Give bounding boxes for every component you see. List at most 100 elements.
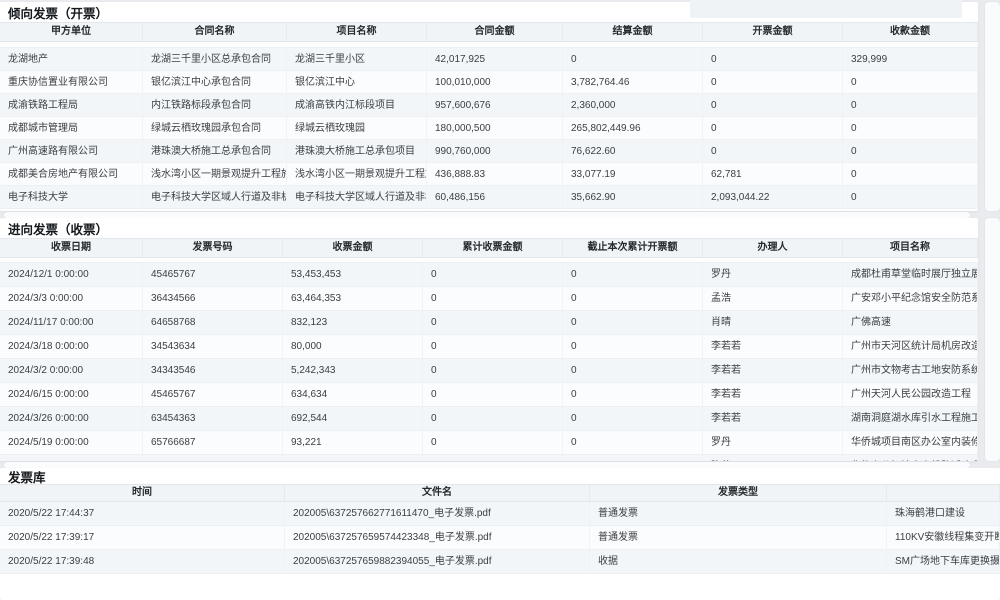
table-body: 龙湖地产龙湖三千里小区总承包合同龙湖三千里小区42,017,92500329,9… (0, 48, 978, 209)
table-cell: 成都美合房地产有限公司 (0, 163, 143, 186)
table-row[interactable]: 2024/11/17 0:00:0064658768832,12300肖晴广佛高… (0, 311, 978, 335)
table-row[interactable]: 2024/12/1 0:00:004546576753,453,45300罗丹成… (0, 263, 978, 287)
table-cell: 63454363 (143, 407, 283, 431)
table-row[interactable]: 2020/5/22 17:39:48202005\637257659882394… (0, 550, 1000, 574)
table-cell: 0 (843, 71, 978, 94)
table-cell: 李若若 (703, 359, 843, 383)
table-cell: 0 (423, 287, 563, 311)
table-cell: 浅水湾小区一期景观提升工程施工增 (143, 163, 287, 186)
table-row[interactable]: 电子科技大学电子科技大学区域人行道及非机动车电子科技大学区域人行道及非机动车60… (0, 186, 978, 209)
table-cell: 2024/3/2 0:00:00 (0, 359, 143, 383)
table-cell: 2020/5/22 17:39:17 (0, 526, 285, 550)
table-cell: 肖晴 (703, 311, 843, 335)
panel-invoice-library: 发票库 时间文件名发票类型 2020/5/22 17:44:37202005\6… (0, 468, 1000, 600)
table-row[interactable]: 2020/5/22 17:39:17202005\637257659574423… (0, 526, 1000, 550)
panel-incoming-invoices: 进向发票（收票） 收票日期发票号码收票金额累计收票金额截止本次累计开票额办理人项… (0, 218, 978, 461)
table-cell: 成渝铁路工程局 (0, 94, 143, 117)
table-cell: 银亿滨江中心 (287, 71, 427, 94)
table-cell: 龙湖三千里小区总承包合同 (143, 48, 287, 71)
table-body: 2024/12/1 0:00:004546576753,453,45300罗丹成… (0, 263, 978, 461)
table-row[interactable]: 2024/3/26 0:00:0063454363692,54400李若若湖南洞… (0, 407, 978, 431)
table-cell: 2,093,044.22 (703, 186, 843, 209)
table-cell: 港珠澳大桥施工总承包项目 (287, 140, 427, 163)
panel-title-incoming: 进向发票（收票） (0, 218, 978, 238)
table-body: 2020/5/22 17:44:37202005\637257662771611… (0, 502, 1000, 574)
table-cell: 李若若 (703, 407, 843, 431)
column-header: 甲方单位 (0, 23, 143, 41)
table-cell: 成都城市管理局 (0, 117, 143, 140)
table-cell: 0 (423, 263, 563, 287)
table-cell: 罗丹 (703, 431, 843, 455)
table-cell: 银亿滨江中心承包合同 (143, 71, 287, 94)
table-cell: 990,760,000 (427, 140, 563, 163)
table-cell: 36434566 (143, 287, 283, 311)
table-row[interactable]: 成渝铁路工程局内江铁路标段承包合同成渝高铁内江标段项目957,600,6762,… (0, 94, 978, 117)
table-cell: 202005\637257659574423348_电子发票.pdf (285, 526, 590, 550)
table-cell: 广安邓小平纪念馆安全防范系统维护 (843, 287, 978, 311)
column-header: 办理人 (703, 239, 843, 257)
table-row[interactable]: 龙湖地产龙湖三千里小区总承包合同龙湖三千里小区42,017,92500329,9… (0, 48, 978, 71)
table-cell: 80,000 (283, 335, 423, 359)
column-header: 时间 (0, 485, 285, 501)
table-cell: 3,782,764.46 (563, 71, 703, 94)
table-row[interactable]: 2024/3/2 0:00:00343435465,242,34300李若若广州… (0, 359, 978, 383)
table-cell: 2024/3/18 0:00:00 (0, 335, 143, 359)
table-cell: 65766687 (143, 455, 283, 461)
table-cell: 0 (843, 163, 978, 186)
table-cell: 0 (703, 48, 843, 71)
table-row[interactable]: 2024/6/15 0:00:0045465767634,63400李若若广州天… (0, 383, 978, 407)
table-row[interactable]: 广州高速路有限公司港珠澳大桥施工总承包合同港珠澳大桥施工总承包项目990,760… (0, 140, 978, 163)
table-row[interactable]: 2024/5/19 0:00:006576668793,22100罗丹华侨城项目… (0, 431, 978, 455)
column-header: 收票金额 (283, 239, 423, 257)
table-header-row: 甲方单位合同名称项目名称合同金额结算金额开票金额收款金额 (0, 22, 978, 42)
table-cell: 45465767 (143, 383, 283, 407)
table-cell: 0 (703, 117, 843, 140)
table-cell: 内江铁路标段承包合同 (143, 94, 287, 117)
table-row[interactable]: 2024/3/18 0:00:003454363480,00000李若若广州市天… (0, 335, 978, 359)
table-cell: 电子科技大学 (0, 186, 143, 209)
table-cell: 634,634 (283, 383, 423, 407)
table-cell: 李若若 (703, 383, 843, 407)
table-cell: 绿城云栖玫瑰园承包合同 (143, 117, 287, 140)
top-edge-strip (690, 0, 962, 18)
table-cell: 93,221 (283, 431, 423, 455)
table-cell: 港珠澳大桥施工总承包合同 (143, 140, 287, 163)
vertical-scrollbar[interactable] (985, 218, 1000, 461)
column-header: 合同名称 (143, 23, 287, 41)
table-cell: 0 (563, 335, 703, 359)
table-cell: 0 (703, 94, 843, 117)
table-cell: 0 (563, 311, 703, 335)
table-cell: 0 (423, 431, 563, 455)
column-header: 结算金额 (563, 23, 703, 41)
table-cell: 广州天河人民公园改造工程 (843, 383, 978, 407)
table-cell: 0 (423, 455, 563, 461)
table-cell: 0 (843, 94, 978, 117)
table-cell: 广佛高速 (843, 311, 978, 335)
table-cell: 62,781 (703, 163, 843, 186)
table-cell: 0 (843, 140, 978, 163)
table-cell: 珠海鹤港口建设 (887, 502, 1000, 526)
table-cell: 0 (703, 140, 843, 163)
table-cell: 0 (563, 455, 703, 461)
vertical-scrollbar[interactable] (985, 2, 1000, 211)
table-cell: 692,544 (283, 407, 423, 431)
panel-outgoing-invoices: 倾向发票（开票） 甲方单位合同名称项目名称合同金额结算金额开票金额收款金额 龙湖… (0, 2, 978, 211)
table-cell: 2024/12/1 0:00:00 (0, 263, 143, 287)
table-row[interactable]: 2024/3/3 0:00:003643456663,464,35300孟浩广安… (0, 287, 978, 311)
table-row[interactable]: 成都城市管理局绿城云栖玫瑰园承包合同绿城云栖玫瑰园180,000,500265,… (0, 117, 978, 140)
table-row[interactable]: 成都美合房地产有限公司浅水湾小区一期景观提升工程施工增浅水湾小区一期景观提升工程… (0, 163, 978, 186)
table-cell: 电子科技大学区域人行道及非机动车 (287, 186, 427, 209)
table-row[interactable]: 2024/11/25 0:00:00657666878,788,88800陈芳华… (0, 455, 978, 461)
column-header: 项目名称 (843, 239, 978, 257)
table-row[interactable]: 2020/5/22 17:44:37202005\637257662771611… (0, 502, 1000, 526)
column-header: 发票类型 (590, 485, 887, 501)
table-cell: 湖南洞庭湖水库引水工程施工标 (843, 407, 978, 431)
table-cell: 2024/5/19 0:00:00 (0, 431, 143, 455)
table-cell: 202005\637257659882394055_电子发票.pdf (285, 550, 590, 574)
column-header: 开票金额 (703, 23, 843, 41)
table-cell: 100,010,000 (427, 71, 563, 94)
table-cell: 龙湖地产 (0, 48, 143, 71)
table-cell: 35,662.90 (563, 186, 703, 209)
table-row[interactable]: 重庆协信置业有限公司银亿滨江中心承包合同银亿滨江中心100,010,0003,7… (0, 71, 978, 94)
table-cell: 华能上公坛输变电线路迁改项目 (843, 455, 978, 461)
